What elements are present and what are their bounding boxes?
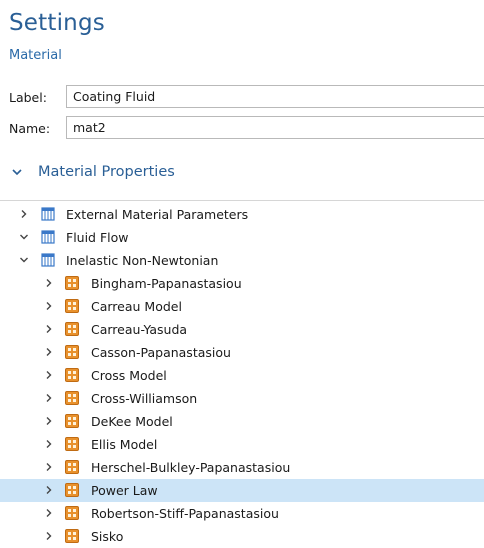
- chevron-right-icon[interactable]: [44, 324, 54, 334]
- property-group-icon: [65, 368, 79, 382]
- table-icon: [41, 253, 55, 267]
- material-properties-tree: External Material Parameters Fluid Flow In…: [0, 200, 484, 546]
- property-group-icon: [65, 414, 79, 428]
- tree-item-label: Ellis Model: [91, 437, 158, 452]
- property-group-icon: [65, 391, 79, 405]
- chevron-right-icon[interactable]: [44, 393, 54, 403]
- chevron-right-icon[interactable]: [44, 278, 54, 288]
- tree-item[interactable]: Bingham-Papanastasiou: [0, 272, 484, 295]
- tree-item-label: Casson-Papanastasiou: [91, 345, 231, 360]
- tree-item[interactable]: Robertson-Stiff-Papanastasiou: [0, 502, 484, 525]
- tree-item[interactable]: Cross Model: [0, 364, 484, 387]
- chevron-right-icon[interactable]: [44, 485, 54, 495]
- tree-item-label: Inelastic Non-Newtonian: [66, 253, 219, 268]
- chevron-down-icon: [12, 169, 22, 176]
- section-title: Material Properties: [38, 164, 175, 180]
- tree-item[interactable]: Cross-Williamson: [0, 387, 484, 410]
- chevron-right-icon[interactable]: [44, 301, 54, 311]
- material-properties-section-header[interactable]: Material Properties: [0, 160, 484, 186]
- tree-item-label: External Material Parameters: [66, 207, 249, 222]
- tree-item-label: DeKee Model: [91, 414, 173, 429]
- property-group-icon: [65, 299, 79, 313]
- chevron-right-icon[interactable]: [44, 416, 54, 426]
- page-subtitle: Material: [9, 48, 62, 63]
- property-group-icon: [65, 506, 79, 520]
- label-caption: Label:: [9, 90, 47, 105]
- tree-item[interactable]: DeKee Model: [0, 410, 484, 433]
- chevron-right-icon[interactable]: [44, 370, 54, 380]
- tree-item-label: Herschel-Bulkley-Papanastasiou: [91, 460, 291, 475]
- label-input[interactable]: [66, 85, 484, 108]
- property-group-icon: [65, 529, 79, 543]
- tree-item-label: Carreau Model: [91, 299, 182, 314]
- tree-item[interactable]: Fluid Flow: [0, 226, 484, 249]
- chevron-down-icon[interactable]: [19, 232, 29, 242]
- tree-item[interactable]: Ellis Model: [0, 433, 484, 456]
- tree-item-label: Robertson-Stiff-Papanastasiou: [91, 506, 279, 521]
- tree-item[interactable]: Inelastic Non-Newtonian: [0, 249, 484, 272]
- property-group-icon: [65, 437, 79, 451]
- chevron-right-icon[interactable]: [44, 347, 54, 357]
- chevron-right-icon[interactable]: [44, 462, 54, 472]
- tree-item[interactable]: Casson-Papanastasiou: [0, 341, 484, 364]
- tree-item[interactable]: External Material Parameters: [0, 203, 484, 226]
- chevron-right-icon[interactable]: [19, 209, 29, 219]
- tree-item-label: Sisko: [91, 529, 124, 544]
- name-caption: Name:: [9, 121, 51, 136]
- tree-item-label: Carreau-Yasuda: [91, 322, 188, 337]
- name-row: Name:: [0, 116, 484, 141]
- property-group-icon: [65, 322, 79, 336]
- chevron-right-icon[interactable]: [44, 531, 54, 541]
- table-icon: [41, 207, 55, 221]
- property-group-icon: [65, 276, 79, 290]
- name-input[interactable]: [66, 116, 484, 139]
- tree-item-label: Cross-Williamson: [91, 391, 198, 406]
- tree-item[interactable]: Carreau-Yasuda: [0, 318, 484, 341]
- chevron-right-icon[interactable]: [44, 439, 54, 449]
- table-icon: [41, 230, 55, 244]
- chevron-right-icon[interactable]: [44, 508, 54, 518]
- tree-item[interactable]: Herschel-Bulkley-Papanastasiou: [0, 456, 484, 479]
- tree-item-label: Cross Model: [91, 368, 167, 383]
- property-group-icon: [65, 460, 79, 474]
- label-row: Label:: [0, 85, 484, 110]
- property-group-icon: [65, 345, 79, 359]
- tree-item[interactable]: Carreau Model: [0, 295, 484, 318]
- page-title: Settings: [9, 10, 105, 36]
- tree-item-label: Fluid Flow: [66, 230, 129, 245]
- chevron-down-icon[interactable]: [19, 255, 29, 265]
- tree-item-label: Bingham-Papanastasiou: [91, 276, 242, 291]
- tree-item[interactable]: Power Law: [0, 479, 484, 502]
- tree-item-label: Power Law: [91, 483, 158, 498]
- property-group-icon: [65, 483, 79, 497]
